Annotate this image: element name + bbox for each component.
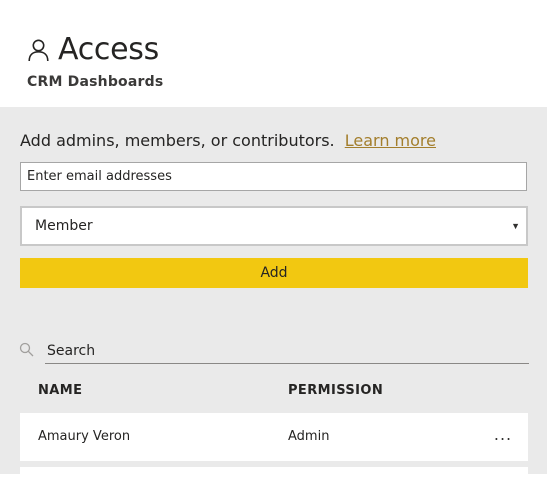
more-options-icon[interactable]	[490, 479, 516, 499]
person-icon	[28, 39, 49, 62]
table-row[interactable]	[20, 467, 528, 474]
caret-down-icon: ▼	[511, 221, 520, 231]
page-title: Access	[58, 32, 159, 67]
workspace-name: CRM Dashboards	[27, 74, 164, 90]
role-select-value: Member	[35, 218, 93, 234]
column-header-permission[interactable]: PERMISSION	[288, 383, 383, 398]
add-prompt-text: Add admins, members, or contributors.	[20, 131, 335, 150]
table-row[interactable]: Amaury Veron Admin ...	[20, 413, 528, 461]
access-header: Access CRM Dashboards	[0, 0, 547, 107]
search-input[interactable]	[45, 338, 529, 364]
add-prompt: Add admins, members, or contributors. Le…	[20, 131, 436, 150]
user-name: Amaury Veron	[38, 429, 131, 444]
email-input[interactable]	[20, 162, 527, 191]
title-row: Access	[28, 33, 159, 67]
column-header-name[interactable]: NAME	[38, 383, 82, 398]
user-permission: Admin	[288, 429, 330, 444]
search-icon	[19, 342, 35, 363]
learn-more-link[interactable]: Learn more	[345, 131, 436, 150]
role-select[interactable]: Member ▼	[20, 206, 528, 246]
more-options-icon[interactable]: ...	[490, 425, 516, 445]
add-button[interactable]: Add	[20, 258, 528, 288]
